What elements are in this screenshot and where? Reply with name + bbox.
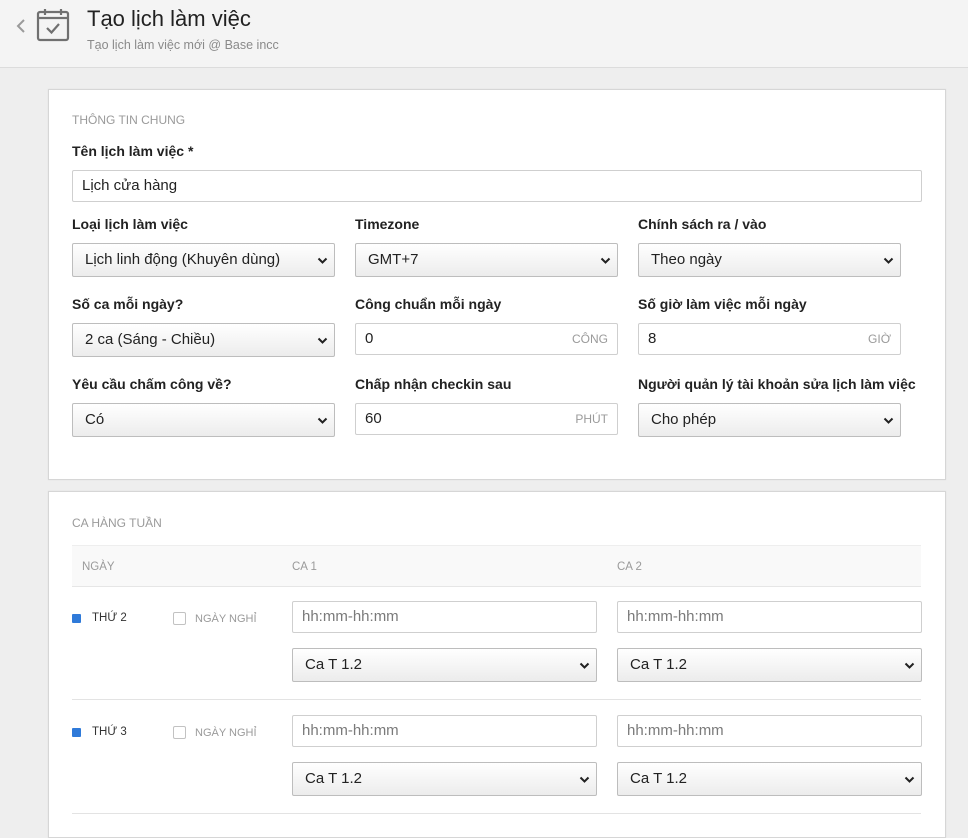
chevron-down-icon — [904, 776, 915, 783]
chevron-down-icon — [600, 257, 611, 264]
day-label: Thứ 3 — [92, 726, 127, 738]
late-checkin-input[interactable]: 60 Phút — [355, 403, 618, 435]
work-hours-input[interactable]: 8 Giờ — [638, 323, 901, 355]
shift2-type-value: Ca T 1.2 — [630, 770, 687, 787]
work-hours-value: 8 — [648, 330, 657, 347]
shift1-type-select[interactable]: Ca T 1.2 — [292, 762, 597, 796]
shift2-time-input[interactable]: hh:mm-hh:mm — [617, 601, 922, 633]
late-checkin-unit: Phút — [575, 412, 608, 426]
col-shift1-header: Ca 1 — [292, 561, 317, 573]
shifts-per-day-value: 2 ca (Sáng - Chiều) — [85, 331, 216, 348]
schedule-name-label: Tên lịch làm việc * — [72, 143, 194, 159]
row-divider — [72, 813, 921, 814]
work-hours-label: Số giờ làm việc mỗi ngày — [638, 296, 807, 312]
weekly-shifts-card: Ca hàng tuần Ngày Ca 1 Ca 2 Thứ 2 Ngày n… — [48, 491, 946, 838]
policy-select[interactable]: Theo ngày — [638, 243, 901, 277]
col-shift2-header: Ca 2 — [617, 561, 642, 573]
day-off-label: Ngày nghỉ — [195, 613, 257, 625]
calendar-check-icon — [36, 9, 70, 42]
work-hours-unit: Giờ — [868, 332, 891, 346]
standard-work-unit: Công — [572, 332, 608, 346]
checkout-required-select[interactable]: Có — [72, 403, 335, 437]
timezone-label: Timezone — [355, 216, 420, 232]
day-label: Thứ 2 — [92, 612, 127, 624]
general-section-title: Thông tin chung — [72, 113, 186, 127]
chevron-down-icon — [317, 257, 328, 264]
standard-work-label: Công chuẩn mỗi ngày — [355, 296, 502, 312]
day-off-checkbox[interactable] — [173, 612, 186, 625]
col-day-header: Ngày — [82, 561, 115, 573]
schedule-type-label: Loại lịch làm việc — [72, 216, 188, 232]
late-checkin-value: 60 — [365, 410, 382, 427]
page-title: Tạo lịch làm việc — [87, 6, 251, 31]
policy-label: Chính sách ra / vào — [638, 216, 767, 232]
shift1-time-input[interactable]: hh:mm-hh:mm — [292, 601, 597, 633]
chevron-down-icon — [579, 662, 590, 669]
schedule-name-input[interactable]: Lịch cửa hàng — [72, 170, 922, 202]
day-color-marker — [72, 728, 81, 737]
weekly-table-header: Ngày Ca 1 Ca 2 — [72, 545, 921, 587]
checkout-required-value: Có — [85, 411, 105, 428]
shift2-type-value: Ca T 1.2 — [630, 656, 687, 673]
day-color-marker — [72, 614, 81, 623]
chevron-down-icon — [579, 776, 590, 783]
page-subtitle: Tạo lịch làm việc mới @ Base incc — [87, 38, 279, 52]
shift2-type-select[interactable]: Ca T 1.2 — [617, 648, 922, 682]
chevron-down-icon — [317, 337, 328, 344]
policy-value: Theo ngày — [651, 251, 722, 268]
shift2-time-placeholder: hh:mm-hh:mm — [627, 608, 724, 625]
shifts-per-day-label: Số ca mỗi ngày? — [72, 296, 184, 312]
shift2-type-select[interactable]: Ca T 1.2 — [617, 762, 922, 796]
chevron-down-icon — [883, 257, 894, 264]
shift2-time-placeholder: hh:mm-hh:mm — [627, 722, 724, 739]
shift1-type-select[interactable]: Ca T 1.2 — [292, 648, 597, 682]
shift1-time-input[interactable]: hh:mm-hh:mm — [292, 715, 597, 747]
standard-work-value: 0 — [365, 330, 374, 347]
row-divider — [72, 699, 921, 700]
shift1-type-value: Ca T 1.2 — [305, 656, 362, 673]
page-header: Tạo lịch làm việc Tạo lịch làm việc mới … — [0, 0, 968, 68]
shift1-time-placeholder: hh:mm-hh:mm — [302, 608, 399, 625]
shift1-time-placeholder: hh:mm-hh:mm — [302, 722, 399, 739]
manager-edit-value: Cho phép — [651, 411, 717, 428]
general-info-card: Thông tin chung Tên lịch làm việc * Lịch… — [48, 89, 946, 480]
shifts-per-day-select[interactable]: 2 ca (Sáng - Chiều) — [72, 323, 335, 357]
manager-edit-select[interactable]: Cho phép — [638, 403, 901, 437]
manager-edit-label: Người quản lý tài khoản sửa lịch làm việ… — [638, 376, 916, 392]
standard-work-input[interactable]: 0 Công — [355, 323, 618, 355]
schedule-name-value: Lịch cửa hàng — [82, 177, 178, 194]
late-checkin-label: Chấp nhận checkin sau — [355, 376, 512, 392]
day-off-label: Ngày nghỉ — [195, 727, 257, 739]
shift1-type-value: Ca T 1.2 — [305, 770, 362, 787]
shift2-time-input[interactable]: hh:mm-hh:mm — [617, 715, 922, 747]
chevron-down-icon — [904, 662, 915, 669]
timezone-select[interactable]: GMT+7 — [355, 243, 618, 277]
schedule-type-select[interactable]: Lịch linh động (Khuyên dùng) — [72, 243, 335, 277]
timezone-value: GMT+7 — [368, 251, 419, 268]
weekly-section-title: Ca hàng tuần — [72, 516, 162, 530]
schedule-type-value: Lịch linh động (Khuyên dùng) — [85, 251, 281, 268]
day-off-checkbox[interactable] — [173, 726, 186, 739]
chevron-down-icon — [317, 417, 328, 424]
chevron-left-icon[interactable] — [14, 18, 28, 34]
checkout-required-label: Yêu cầu chấm công về? — [72, 376, 232, 392]
chevron-down-icon — [883, 417, 894, 424]
